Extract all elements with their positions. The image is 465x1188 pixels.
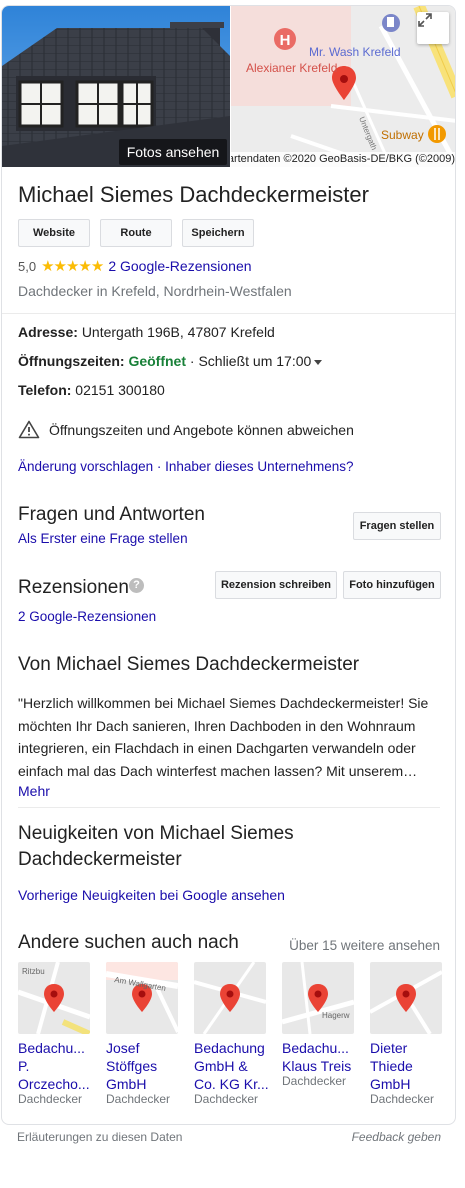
related-map-thumbnail[interactable]: Am Wallgarten (106, 962, 178, 1034)
phone-value[interactable]: 02151 300180 (75, 382, 165, 398)
hero-images: Fotos ansehen H Mr. Wash Krefeld Alexian… (2, 6, 455, 167)
owner-claim-link[interactable]: Inhaber dieses Unternehmens? (165, 459, 353, 474)
hours-status: Geöffnet (128, 353, 186, 369)
reviews-link[interactable]: 2 Google-Rezensionen (108, 258, 251, 274)
add-photo-button[interactable]: Foto hinzufügen (343, 571, 441, 599)
related-map-label: Hagerw (322, 1011, 350, 1020)
hours-detail: · Schließt um 17:00 (189, 353, 312, 369)
map-preview[interactable]: H Mr. Wash Krefeld Alexianer Krefeld Sub… (231, 6, 455, 167)
related-business-name[interactable]: Dieter Thiede GmbH (370, 1039, 446, 1093)
address-label: Adresse: (18, 324, 78, 340)
related-business-category: Dachdecker (194, 1092, 259, 1106)
hours-label: Öffnungszeiten: (18, 353, 125, 369)
about-heading: Von Michael Siemes Dachdeckermeister (18, 654, 360, 675)
edit-links-separator: · (156, 459, 162, 474)
see-more-related-link[interactable]: Über 15 weitere ansehen (289, 938, 440, 953)
phone-label: Telefon: (18, 382, 72, 398)
map-label-subway: Subway (381, 128, 424, 142)
save-button[interactable]: Speichern (182, 219, 254, 247)
help-icon[interactable]: ? (129, 578, 144, 593)
map-label-mrwash: Mr. Wash Krefeld (309, 45, 401, 59)
hours-row[interactable]: Öffnungszeiten: Geöffnet · Schließt um 1… (18, 353, 323, 369)
related-business-category: Dachdecker (18, 1092, 83, 1106)
divider (18, 807, 440, 808)
related-map-label: Ritzbu (22, 967, 45, 976)
address-row: Adresse: Untergath 196B, 47807 Krefeld (18, 324, 275, 340)
more-link[interactable]: Mehr (18, 783, 50, 799)
qa-heading: Fragen und Antworten (18, 504, 205, 525)
suggest-edit-link[interactable]: Änderung vorschlagen (18, 459, 153, 474)
map-expand-button[interactable] (417, 12, 449, 44)
related-business-name[interactable]: Bedachu... Klaus Treis (282, 1039, 358, 1075)
map-label-alexianer: Alexianer Krefeld (246, 61, 337, 75)
view-photos-label[interactable]: Fotos ansehen (119, 139, 227, 165)
reviews-heading: Rezensionen (18, 577, 129, 598)
notice-row: Öffnungszeiten und Angebote können abwei… (18, 420, 354, 439)
related-business-name[interactable]: Josef Stöffges GmbH (106, 1039, 182, 1093)
phone-row: Telefon: 02151 300180 (18, 382, 165, 398)
related-business-name[interactable]: Bedachung GmbH & Co. KG Kr... (194, 1039, 270, 1093)
write-review-button[interactable]: Rezension schreiben (215, 571, 337, 599)
reviews-count-link[interactable]: 2 Google-Rezensionen (18, 609, 156, 624)
related-map-thumbnail[interactable] (194, 962, 266, 1034)
related-map-thumbnail[interactable]: Ritzbu (18, 962, 90, 1034)
previous-news-link[interactable]: Vorherige Neuigkeiten bei Google ansehen (18, 887, 285, 903)
map-credit: Kartendaten ©2020 GeoBasis-DE/BKG (©2009… (231, 152, 455, 167)
about-description: "Herzlich willkommen bei Michael Siemes … (18, 695, 429, 779)
rating-stars-icon: ★★★★★ (41, 258, 104, 275)
map-hospital-letter: H (280, 32, 291, 49)
ask-first-question-link[interactable]: Als Erster eine Frage stellen (18, 531, 188, 546)
knowledge-panel: Fotos ansehen H Mr. Wash Krefeld Alexian… (1, 5, 456, 1125)
address-value: Untergath 196B, 47807 Krefeld (81, 324, 275, 340)
related-heading: Andere suchen auch nach (18, 932, 239, 953)
route-button[interactable]: Route (100, 219, 172, 247)
related-map-thumbnail[interactable] (370, 962, 442, 1034)
news-heading-line2: Dachdeckermeister (18, 849, 182, 870)
edit-links: Änderung vorschlagen · Inhaber dieses Un… (18, 459, 354, 474)
website-button[interactable]: Website (18, 219, 90, 247)
warning-icon (18, 420, 40, 439)
related-business-category: Dachdecker (370, 1092, 435, 1106)
expand-icon (418, 13, 432, 27)
rating-row: 5,0 ★★★★★ 2 Google-Rezensionen (18, 257, 252, 275)
related-business-category: Dachdecker (106, 1092, 171, 1106)
related-map-thumbnail[interactable]: Hagerw (282, 962, 354, 1034)
business-photo[interactable]: Fotos ansehen (2, 6, 230, 167)
ask-question-button[interactable]: Fragen stellen (353, 512, 441, 540)
notice-text: Öffnungszeiten und Angebote können abwei… (49, 421, 354, 438)
divider (2, 313, 455, 314)
feedback-link[interactable]: Feedback geben (352, 1130, 441, 1144)
news-heading-line1: Neuigkeiten von Michael Siemes (18, 823, 294, 844)
rating-value: 5,0 (18, 258, 37, 274)
related-business-category: Dachdecker (282, 1074, 347, 1088)
chevron-down-icon[interactable] (314, 359, 323, 365)
related-business-name[interactable]: Bedachu... P. Orczecho... (18, 1039, 94, 1093)
data-explanation-link[interactable]: Erläuterungen zu diesen Daten (17, 1130, 182, 1144)
business-name: Michael Siemes Dachdeckermeister (18, 182, 369, 207)
business-category: Dachdecker in Krefeld, Nordrhein-Westfal… (18, 283, 292, 299)
